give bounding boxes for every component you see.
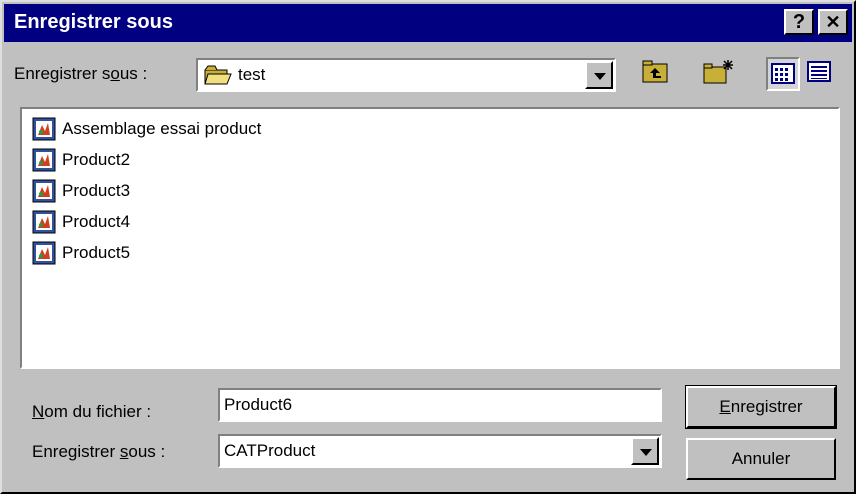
filetype-label: Enregistrer sous : — [32, 442, 166, 461]
file-list-item[interactable]: Product3 — [32, 177, 130, 205]
list-view-button[interactable] — [766, 57, 800, 91]
file-name: Assemblage essai product — [62, 119, 262, 138]
up-one-level-button[interactable] — [640, 57, 674, 91]
filename-input[interactable]: Product6 — [218, 388, 662, 422]
create-new-folder-button[interactable] — [702, 57, 736, 91]
file-name: Product2 — [62, 150, 131, 169]
up-folder-icon — [640, 60, 670, 91]
title-bar[interactable]: Enregistrer sous ? ✕ — [4, 4, 852, 42]
catia-product-file-icon — [32, 148, 56, 172]
help-button[interactable]: ? — [784, 9, 814, 35]
new-folder-icon — [702, 60, 736, 91]
save-as-dialog: Enregistrer sous ? ✕ Enregistrer sous : … — [0, 0, 856, 494]
file-name: Product5 — [62, 243, 131, 262]
save-in-label: Enregistrer sous : — [14, 64, 148, 83]
close-button[interactable]: ✕ — [818, 9, 848, 35]
file-name: Product3 — [62, 181, 131, 200]
catia-product-file-icon — [32, 117, 56, 141]
cancel-button[interactable]: Annuler — [686, 438, 836, 480]
save-button[interactable]: Enregistrer — [685, 385, 837, 429]
list-view-icon — [768, 63, 798, 93]
details-view-icon — [804, 61, 834, 91]
folder-icon — [204, 64, 232, 91]
file-list-item[interactable]: Product5 — [32, 239, 130, 267]
catia-product-file-icon — [32, 210, 56, 234]
chevron-down-icon[interactable] — [631, 437, 659, 465]
file-name: Product4 — [62, 212, 131, 231]
current-folder-name: test — [238, 65, 266, 84]
file-list-item[interactable]: Product2 — [32, 146, 130, 174]
file-list-item[interactable]: Assemblage essai product — [32, 115, 261, 143]
details-view-button[interactable] — [804, 57, 838, 91]
file-list-item[interactable]: Product4 — [32, 208, 130, 236]
save-in-dropdown[interactable]: test — [196, 58, 616, 92]
chevron-down-icon[interactable] — [585, 61, 613, 89]
filetype-dropdown[interactable]: CATProduct — [218, 434, 662, 468]
dialog-title: Enregistrer sous — [14, 11, 173, 33]
filename-label: Nom du fichier : — [32, 402, 152, 421]
catia-product-file-icon — [32, 179, 56, 203]
catia-product-file-icon — [32, 241, 56, 265]
file-list[interactable]: Assemblage essai product Product2 Product3… — [20, 107, 840, 369]
filetype-value: CATProduct — [224, 441, 316, 460]
